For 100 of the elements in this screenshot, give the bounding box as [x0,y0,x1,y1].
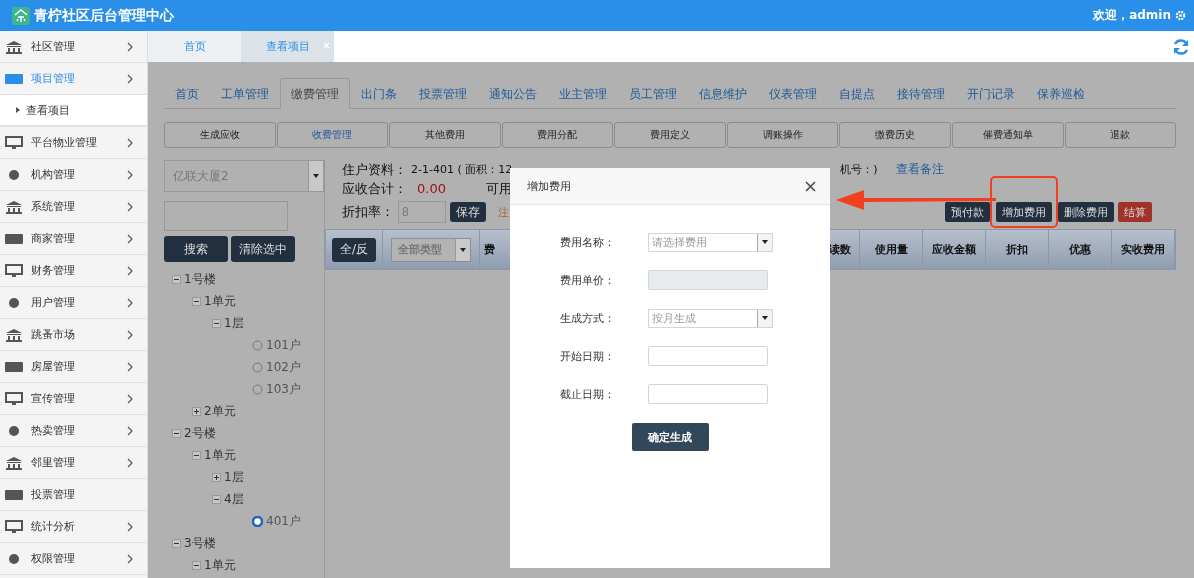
collapse-icon[interactable] [172,428,181,438]
module-tab[interactable]: 员工管理 [618,78,688,109]
column-header: 优惠 [1049,230,1112,269]
tree-node[interactable]: 1层 [224,468,244,486]
collapse-icon[interactable] [212,318,221,328]
tree-node[interactable]: 1单元 [204,446,236,464]
menu-item-icon [5,519,23,534]
settings-icon[interactable] [1175,10,1186,21]
module-tab[interactable]: 接待管理 [886,78,956,109]
menu-item-icon [5,71,23,86]
menu-item-icon [5,359,23,374]
clear-selection-button[interactable]: 清除选中 [231,236,295,262]
tree-leaf[interactable]: 102户 [266,358,301,376]
column-header: 实收费用 [1112,230,1175,269]
module-tab[interactable]: 通知公告 [478,78,548,109]
expand-icon[interactable] [212,472,221,482]
sub-tab[interactable]: 费用分配 [501,122,614,148]
total-label: 应收合计： [342,179,407,198]
tree-node[interactable]: 2号楼 [184,424,216,442]
module-tab[interactable]: 仪表管理 [758,78,828,109]
sidebar-item[interactable]: 投票管理 [0,479,147,511]
sidebar-item[interactable]: 财务管理 [0,255,147,287]
sidebar-item[interactable]: 机构管理 [0,159,147,191]
tree-node[interactable]: 1层 [224,314,244,332]
tree-node[interactable]: 3号楼 [184,534,216,552]
tree-node[interactable]: 2单元 [204,402,236,420]
collapse-icon[interactable] [192,560,201,570]
field-label: 费用单价： [560,272,616,288]
module-tab[interactable]: 首页 [164,78,210,109]
refresh-icon[interactable] [1172,37,1190,56]
menu-item-icon [5,231,23,246]
menu-item-icon [5,135,23,150]
radio-button[interactable] [252,515,263,527]
module-tab[interactable]: 缴费管理 [280,78,350,109]
sidebar-item[interactable]: 系统管理 [0,191,147,223]
radio-button[interactable] [252,339,263,351]
sidebar-item[interactable]: 用户管理 [0,287,147,319]
menu-item-icon [5,455,23,470]
sidebar-item[interactable]: 社区管理 [0,31,147,63]
sub-tab[interactable]: 其他费用 [389,122,501,148]
tree-leaf[interactable]: 401户 [266,512,301,530]
column-header: 折扣 [986,230,1049,269]
tree-leaf[interactable]: 101户 [266,336,301,354]
collapse-icon[interactable] [212,494,221,504]
view-notes-link[interactable]: 查看备注 [895,161,944,178]
sub-tab[interactable]: 调账操作 [726,122,839,148]
tree-node[interactable]: 1单元 [204,556,236,574]
collapse-icon[interactable] [172,538,181,548]
sidebar-item[interactable]: 统计分析 [0,511,147,543]
sidebar-item[interactable]: 房屋管理 [0,351,147,383]
collapse-icon[interactable] [172,274,181,284]
action-button[interactable]: 增加费用 [996,202,1052,222]
sub-tab[interactable]: 生成应收 [164,122,276,148]
select-all-button[interactable]: 全/反 [331,237,376,262]
menu-item-icon [5,199,23,214]
action-button[interactable]: 预付款 [945,202,990,222]
input-field[interactable] [648,384,768,404]
module-tab[interactable]: 业主管理 [548,78,618,109]
module-tab[interactable]: 信息维护 [688,78,758,109]
menu-item-icon [5,327,23,342]
module-tab[interactable]: 出门条 [350,78,408,109]
sub-tab[interactable]: 收费管理 [276,122,389,148]
field-label: 费用名称： [560,234,616,250]
tree-node[interactable]: 4层 [224,490,244,508]
expand-icon[interactable] [192,406,201,416]
sidebar-item[interactable]: 热卖管理 [0,415,147,447]
sidebar-item[interactable]: 宣传管理 [0,383,147,415]
sub-tab[interactable]: 催费通知单 [951,122,1064,148]
module-tab[interactable]: 工单管理 [210,78,280,109]
column-header: 使用量 [860,230,923,269]
module-tab[interactable]: 投票管理 [408,78,478,109]
sub-tab[interactable]: 缴费历史 [839,122,951,148]
search-field[interactable] [164,201,288,231]
module-tab[interactable]: 自提点 [828,78,886,109]
module-tab[interactable]: 保养巡检 [1026,78,1096,109]
collapse-icon[interactable] [192,296,201,306]
close-icon[interactable] [805,180,816,192]
sidebar-item[interactable]: 平台物业管理 [0,127,147,159]
search-button[interactable]: 搜索 [164,236,228,262]
sidebar-subitem[interactable]: 查看项目 [0,95,147,127]
radio-button[interactable] [252,383,263,395]
sub-tab[interactable]: 费用定义 [614,122,726,148]
action-button[interactable]: 删除费用 [1058,202,1114,222]
input-field[interactable] [648,346,768,366]
confirm-button[interactable]: 确定生成 [631,423,709,451]
sidebar-item[interactable]: 邻里管理 [0,447,147,479]
note-text: 注 [498,204,509,220]
collapse-icon[interactable] [192,450,201,460]
sidebar-item[interactable]: 商家管理 [0,223,147,255]
sidebar-item[interactable]: 跳蚤市场 [0,319,147,351]
tree-leaf[interactable]: 103户 [266,380,301,398]
action-button[interactable]: 结算 [1118,202,1152,222]
module-tab[interactable]: 开门记录 [956,78,1026,109]
page-tab[interactable]: 首页 [148,31,241,62]
sub-tab[interactable]: 退款 [1064,122,1177,148]
radio-button[interactable] [252,361,263,373]
tree-node[interactable]: 1单元 [204,292,236,310]
sidebar-item[interactable]: 权限管理 [0,543,147,575]
save-button[interactable]: 保存 [450,202,486,222]
tree-node[interactable]: 1号楼 [184,270,216,288]
